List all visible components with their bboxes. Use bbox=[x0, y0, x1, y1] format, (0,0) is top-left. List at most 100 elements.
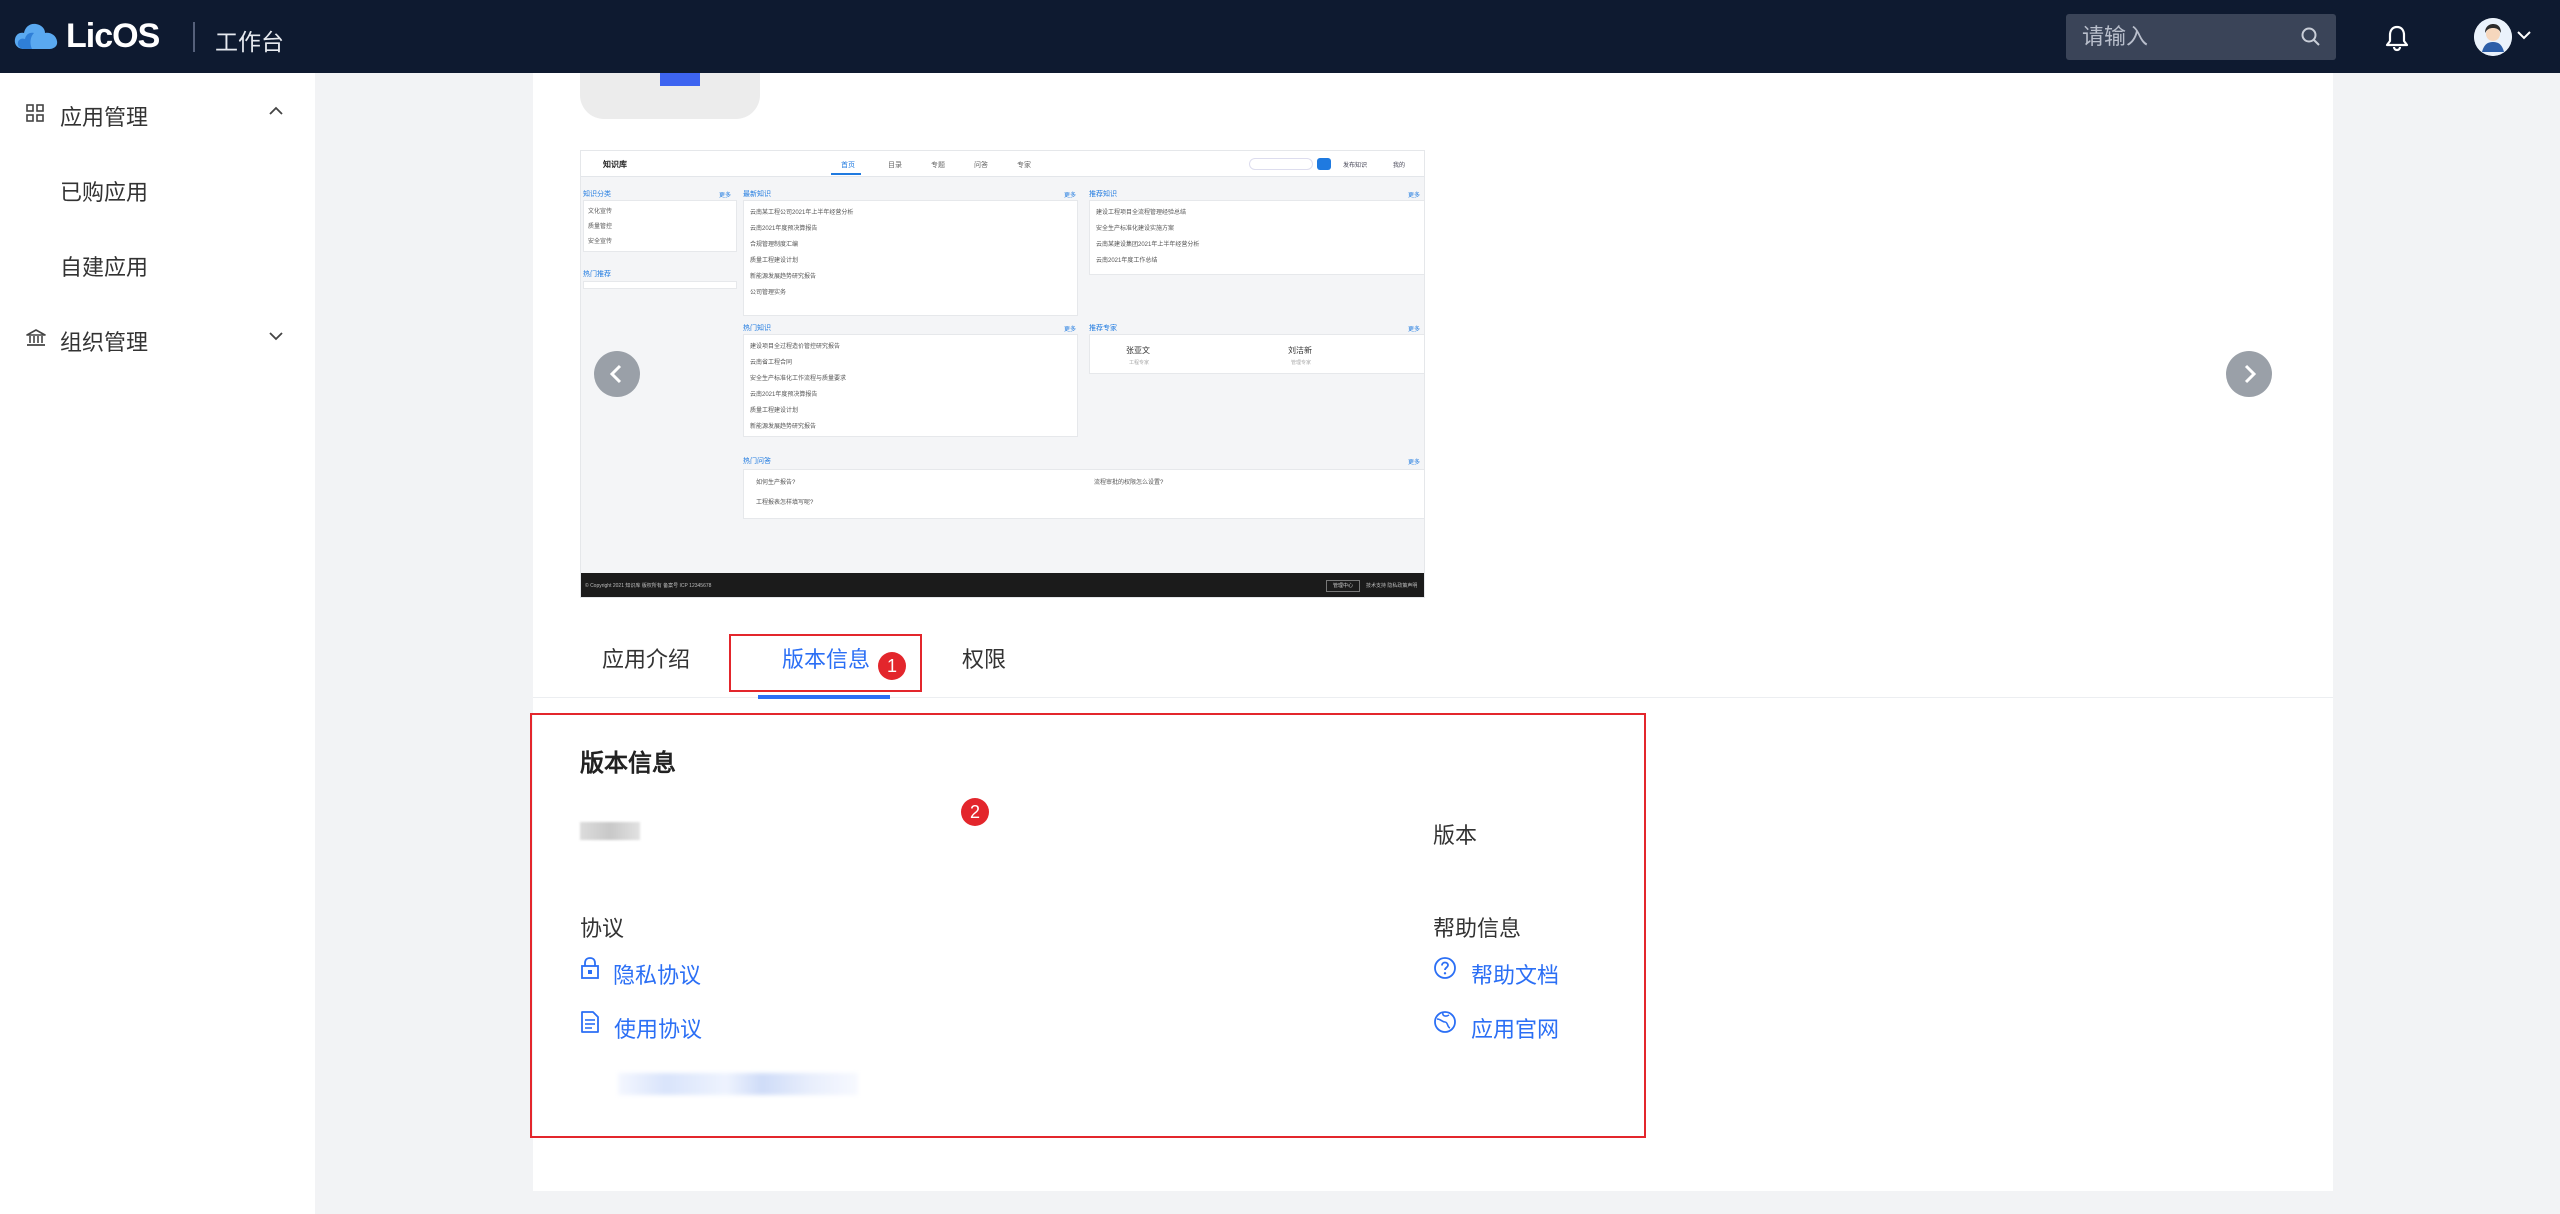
app-screenshot-preview: 知识库 首页 目录 专题 问答 专家 发布知识 我的 知识分类 更多 文化宣传 … bbox=[580, 150, 1425, 598]
tab-permissions[interactable]: 权限 bbox=[962, 642, 1006, 674]
preview-panel: 如何生产报告? 流程审批的权限怎么设置? 工程报表怎样填写呢? bbox=[743, 469, 1424, 519]
active-tab-indicator bbox=[758, 695, 890, 699]
preview-panel: 张亚文 工程专家 刘洁新 管理专家 bbox=[1089, 334, 1424, 374]
sidebar-item-custom-apps[interactable]: 自建应用 bbox=[0, 230, 315, 300]
preview-panel-head: 热门问答 bbox=[743, 458, 771, 465]
usage-agreement-link[interactable]: 使用协议 bbox=[614, 1012, 702, 1044]
preview-panel: 云南某工程公司2021年上半年经营分析 云南2021年度预决算报告 合规管理制度… bbox=[743, 200, 1078, 316]
grid-icon bbox=[26, 104, 44, 122]
preview-more: 更多 bbox=[1064, 327, 1077, 333]
preview-expert-name: 刘洁新 bbox=[1288, 346, 1312, 355]
preview-tab: 专题 bbox=[931, 162, 945, 169]
search-input[interactable] bbox=[2066, 14, 2296, 60]
lock-icon bbox=[581, 957, 599, 979]
detail-tabs: 应用介绍 版本信息 权限 bbox=[533, 628, 2333, 699]
cloud-icon bbox=[14, 23, 58, 49]
preview-more: 更多 bbox=[1408, 193, 1421, 199]
preview-panel: 建设工程项目全流程管理经验总结 安全生产标准化建设实施方案 云南某建设集团202… bbox=[1089, 200, 1424, 275]
sidebar-group-org-management[interactable]: 组织管理 bbox=[0, 305, 315, 375]
search-icon[interactable] bbox=[2300, 26, 2322, 48]
tab-version-info[interactable]: 版本信息 bbox=[782, 642, 870, 674]
bank-icon bbox=[26, 329, 46, 346]
preview-link: 我的 bbox=[1393, 163, 1406, 169]
preview-panel: 文化宣传 质量管控 安全宣传 bbox=[583, 200, 737, 252]
preview-item: 质量工程建设计划 bbox=[750, 408, 799, 414]
preview-item: 云南某建设集团2021年上半年经营分析 bbox=[1096, 242, 1200, 248]
avatar-icon bbox=[2474, 18, 2512, 56]
preview-item: 质量工程建设计划 bbox=[750, 258, 799, 264]
preview-expert-name: 张亚文 bbox=[1126, 346, 1150, 355]
licos-logo[interactable]: LicOS bbox=[14, 16, 160, 56]
version-info-title: 版本信息 bbox=[580, 750, 676, 777]
carousel-next-button[interactable] bbox=[2226, 351, 2272, 397]
sidebar-item-label: 已购应用 bbox=[60, 180, 149, 205]
preview-more: 更多 bbox=[1064, 193, 1077, 199]
preview-more: 更多 bbox=[1408, 327, 1421, 333]
preview-tab-underline bbox=[831, 173, 861, 175]
sidebar-item-purchased-apps[interactable]: 已购应用 bbox=[0, 155, 315, 225]
sidebar-group-label: 组织管理 bbox=[60, 330, 149, 355]
workbench-title[interactable]: 工作台 bbox=[215, 23, 284, 57]
sidebar-item-label: 自建应用 bbox=[60, 255, 149, 280]
preview-item: 质量管控 bbox=[588, 224, 613, 230]
preview-more: 更多 bbox=[1408, 460, 1421, 466]
preview-footer: © Copyright 2021 知识库 版权所有 备案号 ICP 123456… bbox=[581, 573, 1424, 597]
preview-panel: 建设项目全过程造价管控研究报告 云南省工程合同 安全生产标准化工作流程与质量要求… bbox=[743, 334, 1078, 437]
preview-item: 工程报表怎样填写呢? bbox=[756, 500, 814, 506]
preview-item: 云南2021年度预决算报告 bbox=[750, 226, 818, 232]
preview-panel bbox=[583, 281, 737, 289]
official-site-link[interactable]: 应用官网 bbox=[1471, 1012, 1559, 1044]
chevron-up-icon[interactable] bbox=[268, 106, 284, 116]
preview-item: 安全宣传 bbox=[588, 239, 613, 245]
version-number-redacted bbox=[580, 822, 640, 840]
preview-panel-head: 推荐知识 bbox=[1089, 191, 1117, 198]
app-icon bbox=[580, 73, 760, 119]
tab-app-intro[interactable]: 应用介绍 bbox=[602, 642, 690, 674]
preview-more: 更多 bbox=[719, 193, 732, 199]
preview-search bbox=[1249, 158, 1313, 170]
sidebar-group-label: 应用管理 bbox=[60, 105, 149, 130]
carousel-prev-button[interactable] bbox=[594, 351, 640, 397]
preview-expert-role: 管理专家 bbox=[1291, 360, 1312, 366]
preview-tab: 首页 bbox=[841, 162, 855, 169]
chevron-right-icon bbox=[2244, 364, 2257, 384]
preview-panel-head: 热门知识 bbox=[743, 325, 771, 332]
preview-item: 建设工程项目全流程管理经验总结 bbox=[1096, 210, 1187, 216]
user-avatar[interactable] bbox=[2474, 18, 2512, 56]
preview-item: 如何生产报告? bbox=[756, 480, 796, 486]
preview-item: 文化宣传 bbox=[588, 209, 613, 215]
preview-item: 流程审批的权限怎么设置? bbox=[1094, 480, 1164, 486]
app-detail-card: 知识库 首页 目录 专题 问答 专家 发布知识 我的 知识分类 更多 文化宣传 … bbox=[533, 73, 2333, 1191]
preview-expert-role: 工程专家 bbox=[1129, 360, 1150, 366]
annotation-badge: 2 bbox=[961, 798, 989, 826]
chevron-down-icon[interactable] bbox=[268, 331, 284, 341]
preview-footer-links: 技术支持 隐私政策声明 bbox=[1366, 583, 1418, 589]
preview-item: 云南2021年度预决算报告 bbox=[750, 392, 818, 398]
bell-icon[interactable] bbox=[2384, 24, 2410, 52]
logo-divider bbox=[193, 22, 195, 52]
preview-item: 云南省工程合同 bbox=[750, 360, 793, 366]
privacy-agreement-link[interactable]: 隐私协议 bbox=[613, 958, 701, 990]
help-info-label: 帮助信息 bbox=[1433, 916, 1522, 941]
preview-item: 云南某工程公司2021年上半年经营分析 bbox=[750, 210, 854, 216]
sidebar-group-app-management[interactable]: 应用管理 bbox=[0, 80, 315, 150]
preview-tab: 问答 bbox=[974, 162, 988, 169]
redacted-link bbox=[618, 1073, 858, 1095]
preview-link: 发布知识 bbox=[1343, 163, 1368, 169]
top-bar: LicOS 工作台 bbox=[0, 0, 2560, 73]
preview-item: 安全生产标准化工作流程与质量要求 bbox=[750, 376, 847, 382]
preview-nav: 知识库 首页 目录 专题 问答 专家 发布知识 我的 bbox=[581, 151, 1424, 177]
app-icon-mark bbox=[660, 73, 700, 86]
search-box[interactable] bbox=[2066, 14, 2336, 60]
preview-item: 建设项目全过程造价管控研究报告 bbox=[750, 344, 841, 350]
help-doc-link[interactable]: 帮助文档 bbox=[1471, 958, 1559, 990]
preview-item: 安全生产标准化建设实施方案 bbox=[1096, 226, 1175, 232]
version-label: 版本 bbox=[1433, 823, 1478, 848]
preview-title: 知识库 bbox=[603, 160, 627, 169]
preview-item: 新能源发展趋势研究报告 bbox=[750, 274, 817, 280]
chevron-down-icon[interactable] bbox=[2517, 30, 2531, 40]
preview-tab: 目录 bbox=[888, 162, 902, 169]
preview-panel-head: 最新知识 bbox=[743, 191, 771, 198]
chevron-left-icon bbox=[609, 364, 622, 384]
logo-text: LicOS bbox=[66, 16, 160, 55]
